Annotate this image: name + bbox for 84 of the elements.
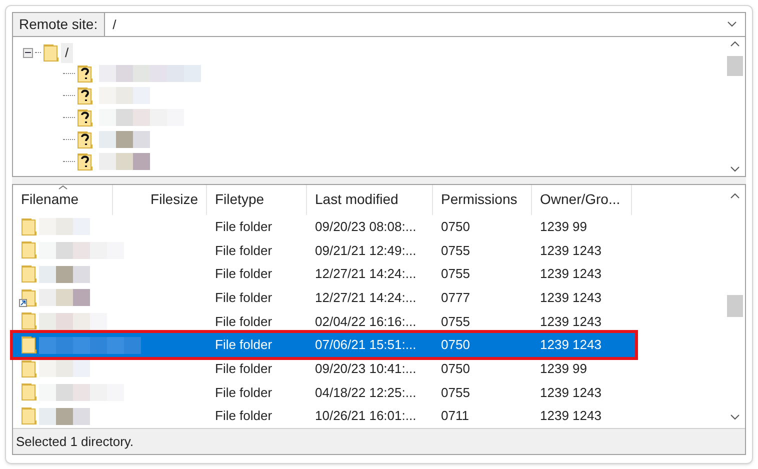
file-row[interactable]: File folder 09/20/23 10:41:... 0750 1239 99	[13, 356, 725, 381]
file-row[interactable]: File folder 12/27/21 14:24:... 0777 1239 1243	[13, 286, 725, 310]
unknown-folder-icon	[77, 64, 93, 83]
scroll-down-icon[interactable]	[730, 166, 740, 172]
column-header[interactable]: Filetype	[207, 184, 307, 215]
column-header[interactable]: Filesize	[113, 184, 207, 215]
table-cell-text: 09/20/23 08:08:...	[314, 218, 418, 236]
scrollbar-thumb[interactable]	[727, 56, 743, 76]
blurred-name	[99, 131, 150, 148]
table-cell-text: 0711	[440, 407, 470, 426]
table-cell-text: 04/18/22 12:25:...	[314, 384, 418, 402]
table-cell-text: 02/04/22 16:16:...	[314, 312, 418, 331]
table-cell-text: 10/26/21 16:01:...	[314, 407, 418, 426]
sort-icon	[58, 184, 68, 190]
column-header[interactable]: Last modified	[307, 184, 433, 215]
table-cell-text: 12/27/21 14:24:...	[314, 288, 418, 307]
blurred-name	[39, 218, 90, 236]
table-cell-text: File folder	[214, 407, 274, 426]
column-header[interactable]: Owner/Gro...	[532, 184, 632, 215]
table-cell-text: File folder	[214, 265, 274, 284]
table-cell-text: 1239 1243	[539, 242, 602, 260]
table-cell-text: 1239 99	[539, 360, 588, 378]
scroll-down-icon[interactable]	[730, 414, 740, 420]
table-cell-text: 1239 1243	[539, 265, 602, 284]
blurred-name	[39, 266, 90, 283]
table-cell-text: 1239 1243	[539, 384, 602, 402]
folder-icon	[21, 218, 37, 236]
folder-icon	[21, 312, 37, 330]
table-cell-text: 1239 99	[539, 218, 588, 236]
folder-icon	[21, 265, 37, 284]
table-cell-text: 0755	[440, 265, 471, 284]
folder-icon	[43, 44, 59, 62]
table-cell-text: 0750	[440, 360, 471, 378]
table-cell-text: File folder	[214, 312, 274, 331]
column-header[interactable]: Permissions	[433, 184, 532, 215]
blurred-name	[39, 289, 90, 306]
file-row[interactable]: File folder 09/20/23 08:08:... 0750 1239 99	[13, 214, 725, 238]
table-cell-text: 0755	[440, 242, 471, 260]
blurred-name	[39, 312, 107, 330]
blurred-name	[99, 153, 150, 170]
table-cell-text: 0755	[440, 384, 471, 402]
folder-icon	[21, 241, 37, 260]
table-cell-text: 1239 1243	[539, 407, 602, 426]
table-cell-text: 0750	[440, 218, 471, 236]
table-cell-text: File folder	[214, 218, 274, 236]
folder-icon	[21, 336, 37, 354]
blurred-name	[39, 408, 90, 425]
table-cell-text: 0755	[440, 312, 471, 331]
table-cell-text: 09/20/23 10:41:...	[314, 360, 418, 378]
table-cell-text: 0777	[440, 288, 471, 307]
table-cell-text: 1239 1243	[539, 288, 602, 307]
table-cell-text: 09/21/21 12:49:...	[314, 242, 418, 260]
table-cell-text: 12/27/21 14:24:...	[314, 265, 418, 284]
scroll-up-icon[interactable]	[730, 192, 740, 199]
table-cell-text: 1239 1243	[539, 336, 602, 354]
unknown-folder-icon	[77, 108, 93, 127]
scrollbar-thumb[interactable]	[727, 295, 743, 318]
blurred-name	[99, 87, 150, 104]
file-row[interactable]: File folder 07/06/21 15:51:... 0750 1239 1243	[13, 333, 635, 357]
file-row[interactable]: File folder 10/26/21 16:01:... 0711 1239 1243	[13, 404, 725, 428]
collapse-icon[interactable]	[23, 48, 33, 58]
table-cell-text: File folder	[214, 288, 274, 307]
column-header[interactable]: Filename	[13, 184, 113, 215]
file-row[interactable]: File folder 09/21/21 12:49:... 0755 1239 1243	[13, 238, 725, 262]
status-text: Selected 1 directory.	[16, 432, 134, 451]
file-row[interactable]: File folder 04/18/22 12:25:... 0755 1239 1243	[13, 380, 725, 404]
table-cell-text: File folder	[214, 360, 274, 378]
folder-icon	[21, 407, 37, 426]
tree-item[interactable]: /	[61, 43, 73, 63]
scroll-up-icon[interactable]	[730, 40, 740, 47]
file-row[interactable]: File folder 12/27/21 14:24:... 0755 1239 1243	[13, 262, 725, 286]
unknown-folder-icon	[77, 86, 93, 105]
blurred-name	[39, 360, 90, 378]
folder-icon	[21, 383, 37, 402]
folder-icon	[21, 360, 37, 378]
file-row[interactable]: File folder 02/04/22 16:16:... 0755 1239 1243	[13, 310, 725, 334]
table-cell-text: 0750	[440, 336, 471, 354]
table-cell-text: File folder	[214, 336, 274, 354]
table-cell-text: File folder	[214, 242, 274, 260]
table-cell-text: 1239 1243	[539, 312, 602, 331]
table-cell-text: 07/06/21 15:51:...	[314, 336, 418, 354]
table-cell-text: File folder	[214, 384, 274, 402]
unknown-folder-icon	[77, 152, 93, 171]
unknown-folder-icon	[77, 130, 93, 149]
